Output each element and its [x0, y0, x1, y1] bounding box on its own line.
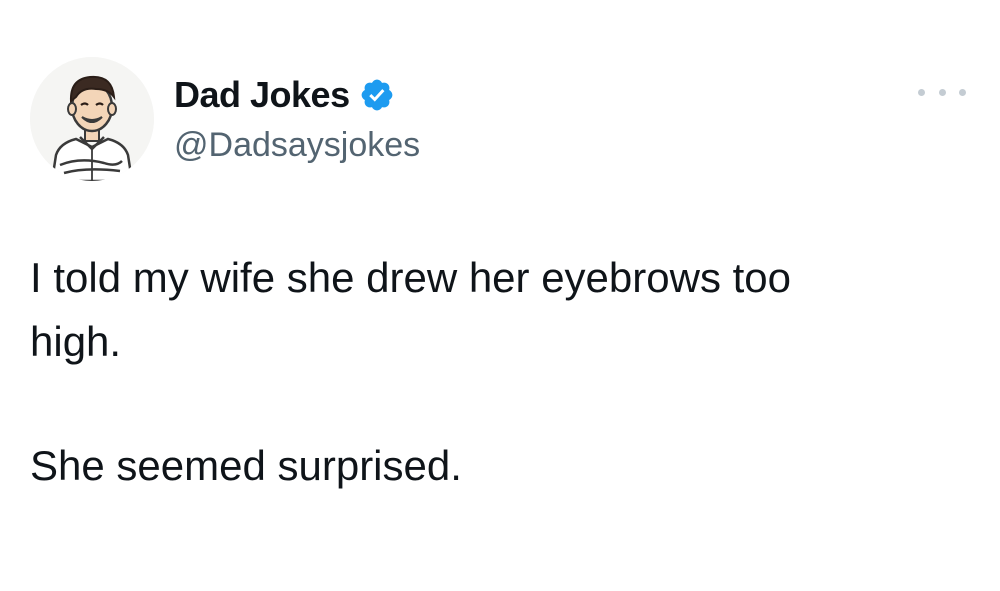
tweet-text-line: She seemed surprised. [30, 442, 462, 489]
tweet-text-line: I told my wife she drew her eyebrows too [30, 254, 792, 301]
avatar[interactable] [30, 57, 154, 181]
tweet-card: Dad Jokes @Dadsaysjokes I told my wife s… [0, 0, 1000, 591]
display-name[interactable]: Dad Jokes [174, 74, 350, 116]
more-options-icon [918, 88, 925, 96]
tweet-text-line: high. [30, 318, 122, 365]
user-handle[interactable]: @Dadsaysjokes [174, 126, 420, 165]
more-options-button[interactable] [918, 80, 966, 104]
verified-badge-icon [359, 77, 395, 113]
author-name-row: Dad Jokes [174, 72, 395, 118]
cartoon-man-avatar-icon [30, 57, 154, 181]
